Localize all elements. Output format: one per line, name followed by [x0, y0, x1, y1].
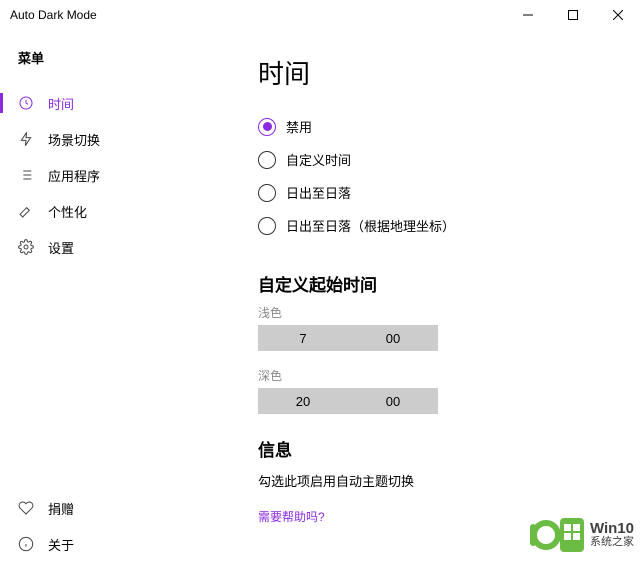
dark-time-inputs: 20 00 — [258, 388, 610, 414]
light-time-label: 浅色 — [258, 304, 610, 321]
light-hour-input[interactable]: 7 — [258, 325, 348, 351]
titlebar: Auto Dark Mode — [0, 0, 640, 30]
maximize-button[interactable] — [550, 0, 595, 30]
info-section: 信息 勾选此项启用自动主题切换 需要帮助吗? — [258, 436, 610, 525]
light-minute-input[interactable]: 00 — [348, 325, 438, 351]
page-title: 时间 — [258, 54, 610, 91]
sidebar-item-label: 个性化 — [48, 202, 87, 221]
radio-icon — [258, 217, 276, 235]
sidebar-item-donate[interactable]: 捐赠 — [0, 490, 250, 526]
sidebar: 菜单 时间 场景切换 应用程序 个性化 设置 — [0, 30, 250, 572]
maximize-icon — [568, 10, 578, 20]
main-content: 时间 禁用 自定义时间 日出至日落 日出至日落（根据地理坐标） 自定义起始时间 … — [250, 30, 640, 572]
info-icon — [18, 536, 34, 552]
radio-icon — [258, 118, 276, 136]
sidebar-item-scene[interactable]: 场景切换 — [0, 121, 250, 157]
lightning-icon — [18, 131, 34, 147]
radio-sunrise-sunset[interactable]: 日出至日落 — [258, 183, 610, 202]
window-controls — [505, 0, 640, 30]
sidebar-item-label: 设置 — [48, 238, 74, 257]
sidebar-item-apps[interactable]: 应用程序 — [0, 157, 250, 193]
dark-minute-input[interactable]: 00 — [348, 388, 438, 414]
info-text: 勾选此项启用自动主题切换 — [258, 471, 610, 490]
sidebar-item-label: 时间 — [48, 94, 74, 113]
pencil-icon — [18, 203, 34, 219]
sidebar-item-label: 应用程序 — [48, 166, 100, 185]
close-icon — [613, 10, 623, 20]
info-heading: 信息 — [258, 436, 610, 461]
radio-icon — [258, 184, 276, 202]
radio-label: 禁用 — [286, 117, 312, 136]
sidebar-item-time[interactable]: 时间 — [0, 85, 250, 121]
sidebar-item-label: 捐赠 — [48, 499, 74, 518]
app-body: 菜单 时间 场景切换 应用程序 个性化 设置 — [0, 30, 640, 572]
list-icon — [18, 167, 34, 183]
help-link[interactable]: 需要帮助吗? — [258, 510, 325, 524]
dark-time-label: 深色 — [258, 367, 610, 384]
sidebar-item-settings[interactable]: 设置 — [0, 229, 250, 265]
radio-disabled[interactable]: 禁用 — [258, 117, 610, 136]
gear-icon — [18, 239, 34, 255]
sidebar-item-about[interactable]: 关于 — [0, 526, 250, 562]
sidebar-bottom: 捐赠 关于 — [0, 490, 250, 562]
sidebar-item-label: 关于 — [48, 535, 74, 554]
sidebar-item-personalize[interactable]: 个性化 — [0, 193, 250, 229]
minimize-icon — [523, 10, 533, 20]
sidebar-list: 时间 场景切换 应用程序 个性化 设置 — [0, 85, 250, 490]
radio-custom-time[interactable]: 自定义时间 — [258, 150, 610, 169]
radio-sunrise-geo[interactable]: 日出至日落（根据地理坐标） — [258, 216, 610, 235]
light-time-row: 浅色 7 00 — [258, 304, 610, 351]
dark-time-row: 深色 20 00 — [258, 367, 610, 414]
radio-icon — [258, 151, 276, 169]
dark-hour-input[interactable]: 20 — [258, 388, 348, 414]
minimize-button[interactable] — [505, 0, 550, 30]
radio-label: 自定义时间 — [286, 150, 351, 169]
clock-icon — [18, 95, 34, 111]
close-button[interactable] — [595, 0, 640, 30]
light-time-inputs: 7 00 — [258, 325, 610, 351]
radio-label: 日出至日落（根据地理坐标） — [286, 216, 455, 235]
window-title: Auto Dark Mode — [10, 8, 97, 22]
sidebar-item-label: 场景切换 — [48, 130, 100, 149]
radio-label: 日出至日落 — [286, 183, 351, 202]
time-mode-radio-group: 禁用 自定义时间 日出至日落 日出至日落（根据地理坐标） — [258, 117, 610, 235]
sidebar-heading: 菜单 — [0, 48, 250, 85]
custom-time-heading: 自定义起始时间 — [258, 271, 610, 296]
heart-icon — [18, 500, 34, 516]
